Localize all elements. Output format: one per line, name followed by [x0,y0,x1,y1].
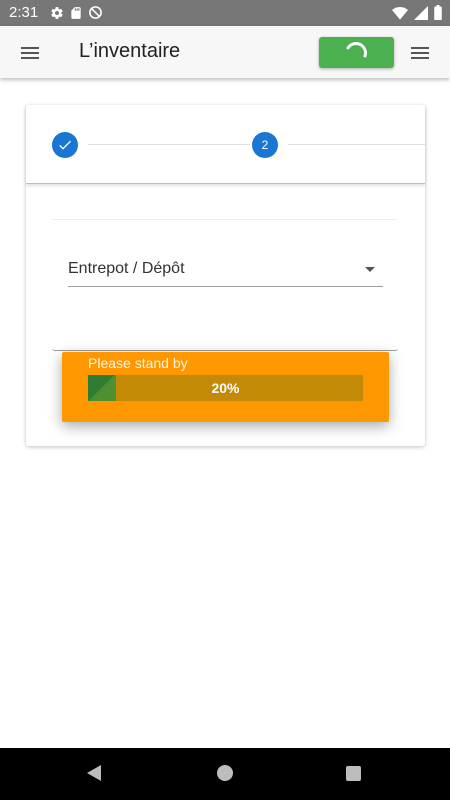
gear-icon [51,6,63,19]
loading-toast: Please stand by 20% [62,352,389,422]
progress-bar: 20% [88,375,363,401]
toast-message: Please stand by [88,355,188,371]
stepper: 2 [26,105,425,184]
sync-button[interactable] [319,37,394,68]
app-bar: L’inventaire [0,26,450,78]
wifi-icon [392,6,408,20]
back-icon[interactable] [87,765,101,781]
step-1-done[interactable] [52,132,78,158]
location-select[interactable]: Entrepot / Dépôt [68,253,383,287]
overflow-menu-button[interactable] [408,41,432,65]
progress-label: 20% [211,380,240,396]
dropdown-arrow-icon [365,267,375,272]
step-connector [288,144,425,145]
system-nav-bar [0,748,450,800]
recents-icon[interactable] [346,766,361,781]
divider [52,219,397,220]
check-icon [59,140,71,150]
status-icons-right [392,5,442,20]
loading-spinner-icon [341,38,371,68]
hamburger-icon [411,47,429,59]
status-bar: 2:31 [0,0,450,26]
step-2-current[interactable]: 2 [252,132,278,158]
sd-card-icon [71,6,81,19]
location-select-value: Entrepot / Dépôt [68,260,185,277]
page-title: L’inventaire [79,40,181,62]
status-icons-left [50,5,103,20]
signal-icon [414,5,428,20]
step-connector [88,144,250,145]
status-time: 2:31 [9,4,39,21]
data-saver-icon [89,6,102,19]
expansion-panel-edge [52,348,398,351]
battery-icon [434,5,442,20]
home-icon[interactable] [217,765,233,781]
hamburger-icon [21,47,39,59]
navigation-menu-button[interactable] [18,41,42,65]
